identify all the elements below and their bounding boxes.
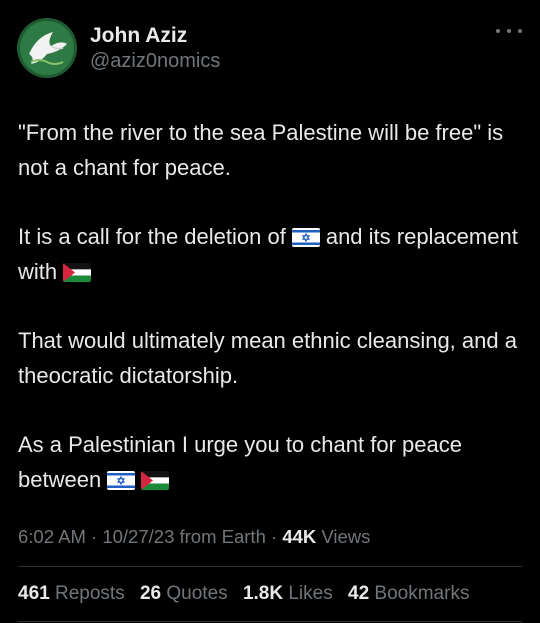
tweet-paragraph: That would ultimately mean ethnic cleans…: [18, 323, 528, 393]
bookmarks-label: Bookmarks: [374, 583, 470, 604]
quotes-stat[interactable]: 26 Quotes: [140, 583, 228, 604]
tweet-paragraph: As a Palestinian I urge you to chant for…: [18, 427, 528, 497]
reposts-stat[interactable]: 461 Reposts: [18, 583, 125, 604]
likes-count: 1.8K: [242, 583, 284, 604]
dove-avatar-icon: [17, 18, 77, 78]
bookmarks-stat[interactable]: 42 Bookmarks: [348, 583, 469, 604]
bookmarks-count: 42: [348, 583, 370, 604]
views-label: Views: [321, 526, 371, 547]
tweet-date[interactable]: 10/27/23 from Earth: [102, 526, 266, 547]
tweet-line: That would ultimately mean ethnic cleans…: [18, 328, 517, 388]
author-name[interactable]: John Aziz: [90, 24, 187, 48]
divider: [18, 621, 522, 622]
more-icon[interactable]: [496, 20, 522, 42]
palestine-flag-icon: [63, 263, 92, 282]
more-dot: [507, 29, 511, 33]
tweet-text: "From the river to the sea Palestine wil…: [18, 115, 528, 497]
views-count: 44K: [282, 526, 317, 547]
tweet-line: It is a call for the deletion of: [18, 224, 286, 249]
tweet-meta: 6:02 AM · 10/27/23 from Earth · 44K View…: [18, 526, 370, 548]
author-handle[interactable]: @aziz0nomics: [90, 50, 220, 73]
likes-stat[interactable]: 1.8K Likes: [243, 583, 333, 604]
more-dot: [496, 29, 500, 33]
quotes-label: Quotes: [166, 583, 228, 604]
avatar[interactable]: [17, 18, 77, 78]
israel-flag-icon: [291, 228, 320, 247]
meta-separator: ·: [265, 526, 283, 547]
divider: [18, 566, 522, 567]
tweet-paragraph: It is a call for the deletion of and its …: [18, 219, 528, 289]
tweet-line: As a Palestinian I urge you to chant for…: [18, 432, 462, 492]
tweet-line: "From the river to the sea Palestine wil…: [18, 120, 504, 180]
meta-separator: ·: [85, 526, 103, 547]
tweet-paragraph: "From the river to the sea Palestine wil…: [18, 115, 528, 185]
tweet-time[interactable]: 6:02 AM: [18, 526, 86, 547]
engagement-stats: 461 Reposts 26 Quotes 1.8K Likes 42 Book…: [18, 583, 479, 605]
reposts-label: Reposts: [54, 583, 125, 604]
tweet: John Aziz @aziz0nomics "From the river t…: [0, 0, 540, 623]
palestine-flag-icon: [141, 471, 170, 490]
reposts-count: 461: [18, 583, 50, 604]
quotes-count: 26: [139, 583, 162, 604]
more-dot: [518, 29, 522, 33]
israel-flag-icon: [107, 471, 136, 490]
likes-label: Likes: [288, 583, 333, 604]
